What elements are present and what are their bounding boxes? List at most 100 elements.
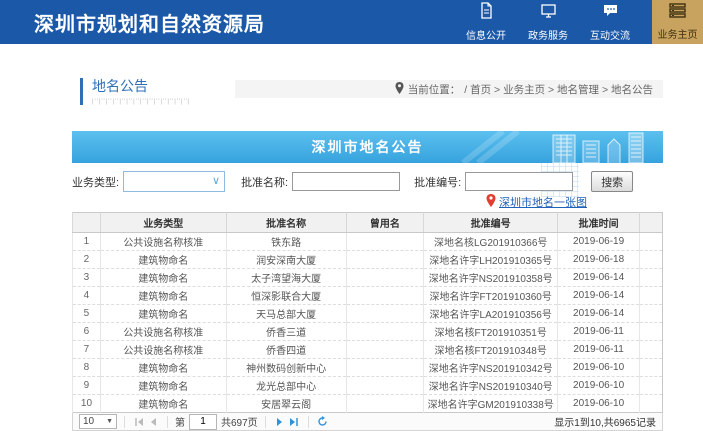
cell-code: 深地名许字FT201910360号 xyxy=(424,287,558,305)
cell-rownum: 5 xyxy=(73,305,101,323)
cell-code: 深地名许字NS201910342号 xyxy=(424,359,558,377)
banner-title: 深圳市地名公告 xyxy=(72,131,663,163)
col-spacer xyxy=(640,213,663,233)
cell-code: 深地名核FT201910351号 xyxy=(424,323,558,341)
breadcrumb-prefix: 当前位置： xyxy=(408,82,461,97)
chevron-down-icon: ∨ xyxy=(212,176,220,187)
refresh-icon[interactable] xyxy=(316,415,330,429)
site-header: 深圳市规划和自然资源局 信息公开 政务服务 互动交流 业务主页 xyxy=(0,0,703,44)
section-title-block: 地名公告 |''|''|''|''|''|''|''|''|''|''|''|'… xyxy=(80,78,190,105)
cell-type: 公共设施名称核准 xyxy=(100,233,226,251)
cell-rownum: 7 xyxy=(73,341,101,359)
table-row[interactable]: 10 建筑物命名 安居翠云阁 深地名许字GM201910338号 2019-06… xyxy=(73,395,663,413)
page-size-caret-icon: ▼ xyxy=(106,418,113,425)
tab-label: 业务主页 xyxy=(658,26,698,41)
first-page-icon[interactable] xyxy=(132,415,146,429)
page-label-prefix: 第 xyxy=(175,414,185,429)
cell-type: 公共设施名称核准 xyxy=(100,341,226,359)
location-pin-icon xyxy=(395,82,404,97)
cell-name: 铁东路 xyxy=(226,233,346,251)
cell-type: 建筑物命名 xyxy=(100,251,226,269)
page-size-select[interactable]: 10 ▼ xyxy=(79,414,117,429)
approved-name-input[interactable] xyxy=(292,172,400,191)
cell-date: 2019-06-11 xyxy=(558,341,640,359)
approval-number-input[interactable] xyxy=(465,172,573,191)
map-pin-icon xyxy=(486,194,496,210)
business-type-select[interactable]: ∨ xyxy=(123,171,225,192)
main-content: 深圳市地名公告 业务类型: ∨ 批准名称: 批准编号: 搜索 深圳市地名一张图 … xyxy=(72,131,663,431)
subhead: 地名公告 |''|''|''|''|''|''|''|''|''|''|''|'… xyxy=(80,78,663,105)
table-row[interactable]: 5 建筑物命名 天马总部大厦 深地名许字LA201910356号 2019-06… xyxy=(73,305,663,323)
nav-label: 信息公开 xyxy=(466,27,506,42)
cell-rownum: 6 xyxy=(73,323,101,341)
prev-page-icon[interactable] xyxy=(146,415,160,429)
map-link[interactable]: 深圳市地名一张图 xyxy=(499,194,587,210)
table-row[interactable]: 1 公共设施名称核准 铁东路 深地名核LG201910366号 2019-06-… xyxy=(73,233,663,251)
cell-date: 2019-06-14 xyxy=(558,269,640,287)
cell-name: 侨香三道 xyxy=(226,323,346,341)
cell-spacer xyxy=(640,305,663,323)
page-title-decoration: |''|''|''|''|''|''|''|''|''|''|''|''|''|… xyxy=(92,99,190,105)
col-date: 批准时间 xyxy=(558,213,640,233)
nav-item-info-disclosure[interactable]: 信息公开 xyxy=(455,2,517,42)
next-page-icon[interactable] xyxy=(273,415,287,429)
nav-item-interaction[interactable]: 互动交流 xyxy=(579,2,641,42)
search-button[interactable]: 搜索 xyxy=(591,171,633,192)
cell-date: 2019-06-19 xyxy=(558,233,640,251)
top-nav: 信息公开 政务服务 互动交流 xyxy=(455,0,641,44)
cell-spacer xyxy=(640,395,663,413)
table-header-row: 业务类型 批准名称 曾用名 批准编号 批准时间 xyxy=(73,213,663,233)
table-row[interactable]: 9 建筑物命名 龙光总部中心 深地名许字NS201910340号 2019-06… xyxy=(73,377,663,395)
cell-date: 2019-06-14 xyxy=(558,305,640,323)
cell-date: 2019-06-18 xyxy=(558,251,640,269)
cell-former xyxy=(346,395,424,413)
cell-spacer xyxy=(640,323,663,341)
document-icon xyxy=(478,2,495,24)
table-row[interactable]: 3 建筑物命名 太子湾望海大厦 深地名许字NS201910358号 2019-0… xyxy=(73,269,663,287)
table-row[interactable]: 8 建筑物命名 神州数码创新中心 深地名许字NS201910342号 2019-… xyxy=(73,359,663,377)
total-pages-label: 共697页 xyxy=(221,414,258,429)
business-type-label: 业务类型: xyxy=(72,174,119,190)
breadcrumb-path[interactable]: / 首页 > 业务主页 > 地名管理 > 地名公告 xyxy=(464,82,653,97)
cell-former xyxy=(346,269,424,287)
cell-name: 太子湾望海大厦 xyxy=(226,269,346,287)
cell-date: 2019-06-14 xyxy=(558,287,640,305)
cell-rownum: 10 xyxy=(73,395,101,413)
nav-item-gov-services[interactable]: 政务服务 xyxy=(517,2,579,42)
cell-former xyxy=(346,341,424,359)
page-number-input[interactable] xyxy=(189,414,217,430)
cell-name: 侨香四道 xyxy=(226,341,346,359)
cell-former xyxy=(346,359,424,377)
cell-name: 天马总部大厦 xyxy=(226,305,346,323)
table-row[interactable]: 6 公共设施名称核准 侨香三道 深地名核FT201910351号 2019-06… xyxy=(73,323,663,341)
tab-business-home[interactable]: 业务主页 xyxy=(652,0,703,44)
cell-type: 建筑物命名 xyxy=(100,287,226,305)
table-row[interactable]: 4 建筑物命名 恒深影联合大厦 深地名许字FT201910360号 2019-0… xyxy=(73,287,663,305)
divider xyxy=(265,416,266,428)
cell-name: 润安深南大厦 xyxy=(226,251,346,269)
cell-type: 公共设施名称核准 xyxy=(100,323,226,341)
cell-spacer xyxy=(640,287,663,305)
cell-former xyxy=(346,323,424,341)
cell-date: 2019-06-10 xyxy=(558,377,640,395)
last-page-icon[interactable] xyxy=(287,415,301,429)
cell-former xyxy=(346,251,424,269)
cell-name: 安居翠云阁 xyxy=(226,395,346,413)
map-link-row: 深圳市地名一张图 xyxy=(72,195,663,209)
divider xyxy=(167,416,168,428)
cell-type: 建筑物命名 xyxy=(100,377,226,395)
cell-code: 深地名核LG201910366号 xyxy=(424,233,558,251)
cell-rownum: 4 xyxy=(73,287,101,305)
cell-spacer xyxy=(640,233,663,251)
cell-spacer xyxy=(640,269,663,287)
cell-date: 2019-06-11 xyxy=(558,323,640,341)
page-title: 地名公告 xyxy=(92,78,190,94)
cell-code: 深地名许字NS201910340号 xyxy=(424,377,558,395)
pagination-bar: 10 ▼ 第 共697页 显示1到10,共6965记录 xyxy=(72,413,663,431)
table-row[interactable]: 7 公共设施名称核准 侨香四道 深地名核FT201910348号 2019-06… xyxy=(73,341,663,359)
cell-name: 龙光总部中心 xyxy=(226,377,346,395)
cell-type: 建筑物命名 xyxy=(100,305,226,323)
table-row[interactable]: 2 建筑物命名 润安深南大厦 深地名许字LH201910365号 2019-06… xyxy=(73,251,663,269)
chat-icon xyxy=(602,2,619,24)
breadcrumb: 当前位置： / 首页 > 业务主页 > 地名管理 > 地名公告 xyxy=(235,80,663,98)
